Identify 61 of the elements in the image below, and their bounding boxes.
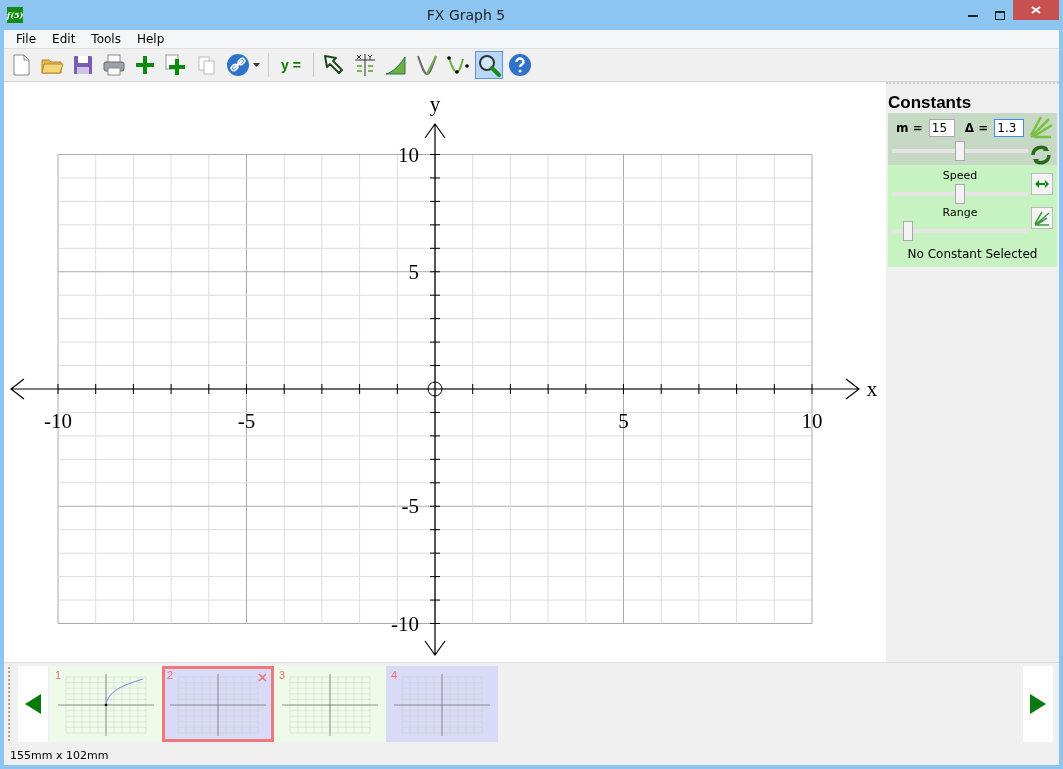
search-icon [476,53,501,77]
y-tick-label: -5 [401,494,419,519]
delta-field[interactable]: 1.3 [994,119,1025,137]
previous-button[interactable] [18,666,48,742]
page-number: 2 [167,669,174,681]
page-number: 1 [55,669,62,681]
status-message: No Constant Selected [906,246,1039,263]
range-button[interactable] [1031,207,1053,229]
panel-title: Constants [887,92,973,113]
chain-link-icon [226,53,250,77]
maximize-icon [994,10,1005,20]
x-tick-label: 5 [618,409,629,433]
toolbar-button[interactable] [224,51,262,79]
slider-thumb[interactable] [955,141,965,161]
help-icon [507,53,532,77]
menu-item[interactable]: Help [128,32,173,46]
caret-icon [253,63,260,67]
menu-item[interactable]: File [8,32,45,46]
toolbar-button[interactable] [474,51,503,79]
page-number: 3 [279,669,286,681]
slider-thumb[interactable] [903,221,914,241]
next-button[interactable] [1023,666,1053,742]
graph-canvas[interactable]: x y -10 -5 5 10 10 5 -5 -10 [4,82,886,662]
y-tick-label: 5 [408,259,419,284]
value-table-icon [352,53,377,77]
y-axis-label: y [429,92,441,116]
bounce-button[interactable] [1031,173,1053,195]
delta-label: Δ = [963,121,989,135]
double-arrow-icon [1035,180,1049,188]
minimize-icon [967,13,978,17]
x-tick-label: 10 [801,409,823,433]
range-label: Range [941,206,979,219]
window-title: FX Graph 5 [425,7,507,23]
menu-item[interactable]: Tools [83,32,129,46]
slider-thumb[interactable] [955,184,965,204]
cursor-arrow-icon [321,53,346,77]
close-icon [1031,6,1041,14]
printer-icon [102,53,126,77]
right-triangle-icon [1030,694,1046,714]
menu-item[interactable]: Edit [44,32,84,46]
curve-points-icon [445,53,470,77]
v-curve-icon [414,53,439,77]
y-tick-label: -10 [391,611,419,636]
x-axis-label: x [866,377,878,401]
refresh-icon[interactable] [1029,143,1053,167]
close-button[interactable] [1013,0,1059,20]
constant-field[interactable]: 15 [928,119,955,137]
status-text: 155mm x 102mm [10,748,109,762]
page-number: 4 [391,669,398,681]
x-tick-label: -10 [44,409,72,433]
plus-icon [133,53,157,77]
origin-circle [427,381,443,397]
y-tick-label: 10 [398,142,419,167]
constant-label: m = [895,121,923,135]
left-triangle-icon [25,694,41,714]
function-button[interactable]: y = [275,51,307,79]
x-tick-label: -5 [237,409,256,433]
add-copy-icon [164,53,188,77]
lines-fan-icon [1034,210,1050,226]
speed-label: Speed [941,169,979,182]
close-icon[interactable] [258,673,267,682]
